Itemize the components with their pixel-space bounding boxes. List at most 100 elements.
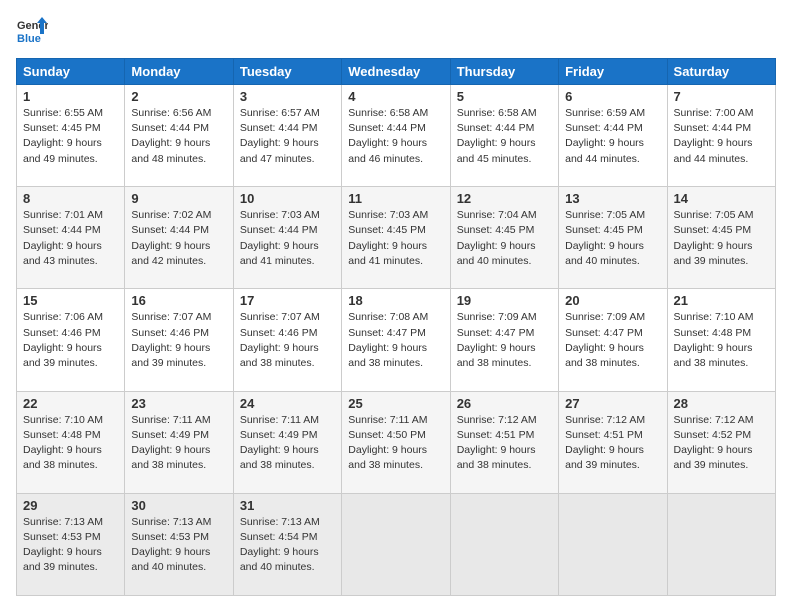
day-number: 2 bbox=[131, 89, 226, 104]
day-number: 17 bbox=[240, 293, 335, 308]
day-info: Sunrise: 7:10 AMSunset: 4:48 PMDaylight:… bbox=[674, 310, 769, 371]
calendar-cell: 28Sunrise: 7:12 AMSunset: 4:52 PMDayligh… bbox=[667, 391, 775, 493]
day-number: 20 bbox=[565, 293, 660, 308]
day-number: 6 bbox=[565, 89, 660, 104]
day-info: Sunrise: 6:57 AMSunset: 4:44 PMDaylight:… bbox=[240, 106, 335, 167]
calendar-cell: 3 Sunrise: 6:57 AMSunset: 4:44 PMDaylight… bbox=[233, 85, 341, 187]
day-number: 5 bbox=[457, 89, 552, 104]
calendar-body: 1Sunrise: 6:55 AMSunset: 4:45 PMDaylight… bbox=[17, 85, 776, 596]
day-number: 16 bbox=[131, 293, 226, 308]
week-row-1: 1Sunrise: 6:55 AMSunset: 4:45 PMDaylight… bbox=[17, 85, 776, 187]
calendar-cell: 13Sunrise: 7:05 AMSunset: 4:45 PMDayligh… bbox=[559, 187, 667, 289]
calendar-cell: 29 Sunrise: 7:13 AMSunset: 4:53 PMDayligh… bbox=[17, 493, 125, 595]
day-number: 24 bbox=[240, 396, 335, 411]
calendar-table: SundayMondayTuesdayWednesdayThursdayFrid… bbox=[16, 58, 776, 596]
day-info: Sunrise: 6:58 AMSunset: 4:44 PMDaylight:… bbox=[457, 106, 552, 167]
calendar-cell bbox=[342, 493, 450, 595]
day-info: Sunrise: 7:11 AMSunset: 4:49 PMDaylight:… bbox=[240, 413, 335, 474]
day-number: 13 bbox=[565, 191, 660, 206]
day-info: Sunrise: 7:00 AMSunset: 4:44 PMDaylight:… bbox=[674, 106, 769, 167]
day-number: 18 bbox=[348, 293, 443, 308]
day-number: 30 bbox=[131, 498, 226, 513]
calendar-cell: 24 Sunrise: 7:11 AMSunset: 4:49 PMDayligh… bbox=[233, 391, 341, 493]
calendar-cell: 8 Sunrise: 7:01 AMSunset: 4:44 PMDaylight… bbox=[17, 187, 125, 289]
day-number: 15 bbox=[23, 293, 118, 308]
day-info: Sunrise: 7:09 AMSunset: 4:47 PMDaylight:… bbox=[565, 310, 660, 371]
day-header-wednesday: Wednesday bbox=[342, 59, 450, 85]
week-row-2: 8 Sunrise: 7:01 AMSunset: 4:44 PMDaylight… bbox=[17, 187, 776, 289]
day-info: Sunrise: 7:12 AMSunset: 4:51 PMDaylight:… bbox=[457, 413, 552, 474]
day-number: 1 bbox=[23, 89, 118, 104]
calendar-cell: 11Sunrise: 7:03 AMSunset: 4:45 PMDayligh… bbox=[342, 187, 450, 289]
day-number: 3 bbox=[240, 89, 335, 104]
day-number: 26 bbox=[457, 396, 552, 411]
day-number: 31 bbox=[240, 498, 335, 513]
day-info: Sunrise: 7:02 AMSunset: 4:44 PMDaylight:… bbox=[131, 208, 226, 269]
day-number: 27 bbox=[565, 396, 660, 411]
calendar-cell: 30 Sunrise: 7:13 AMSunset: 4:53 PMDayligh… bbox=[125, 493, 233, 595]
day-info: Sunrise: 7:11 AMSunset: 4:49 PMDaylight:… bbox=[131, 413, 226, 474]
day-info: Sunrise: 7:13 AMSunset: 4:53 PMDaylight:… bbox=[23, 515, 118, 576]
calendar-cell: 25 Sunrise: 7:11 AMSunset: 4:50 PMDayligh… bbox=[342, 391, 450, 493]
day-number: 4 bbox=[348, 89, 443, 104]
calendar-cell bbox=[559, 493, 667, 595]
calendar-cell: 20 Sunrise: 7:09 AMSunset: 4:47 PMDayligh… bbox=[559, 289, 667, 391]
page: General Blue SundayMondayTuesdayWednesda… bbox=[0, 0, 792, 612]
day-info: Sunrise: 7:11 AMSunset: 4:50 PMDaylight:… bbox=[348, 413, 443, 474]
calendar-cell: 17 Sunrise: 7:07 AMSunset: 4:46 PMDayligh… bbox=[233, 289, 341, 391]
day-header-friday: Friday bbox=[559, 59, 667, 85]
day-number: 10 bbox=[240, 191, 335, 206]
day-info: Sunrise: 7:13 AMSunset: 4:53 PMDaylight:… bbox=[131, 515, 226, 576]
calendar-cell: 1Sunrise: 6:55 AMSunset: 4:45 PMDaylight… bbox=[17, 85, 125, 187]
day-number: 21 bbox=[674, 293, 769, 308]
day-number: 11 bbox=[348, 191, 443, 206]
calendar-cell: 27 Sunrise: 7:12 AMSunset: 4:51 PMDayligh… bbox=[559, 391, 667, 493]
day-info: Sunrise: 6:56 AMSunset: 4:44 PMDaylight:… bbox=[131, 106, 226, 167]
calendar-cell: 14Sunrise: 7:05 AMSunset: 4:45 PMDayligh… bbox=[667, 187, 775, 289]
calendar-cell: 15Sunrise: 7:06 AMSunset: 4:46 PMDayligh… bbox=[17, 289, 125, 391]
logo: General Blue bbox=[16, 16, 48, 48]
day-number: 8 bbox=[23, 191, 118, 206]
day-number: 23 bbox=[131, 396, 226, 411]
calendar-cell: 4 Sunrise: 6:58 AMSunset: 4:44 PMDaylight… bbox=[342, 85, 450, 187]
calendar-cell: 23 Sunrise: 7:11 AMSunset: 4:49 PMDayligh… bbox=[125, 391, 233, 493]
day-info: Sunrise: 6:58 AMSunset: 4:44 PMDaylight:… bbox=[348, 106, 443, 167]
calendar-cell: 19 Sunrise: 7:09 AMSunset: 4:47 PMDayligh… bbox=[450, 289, 558, 391]
day-number: 25 bbox=[348, 396, 443, 411]
calendar-cell: 22 Sunrise: 7:10 AMSunset: 4:48 PMDayligh… bbox=[17, 391, 125, 493]
calendar-cell: 7 Sunrise: 7:00 AMSunset: 4:44 PMDaylight… bbox=[667, 85, 775, 187]
day-info: Sunrise: 7:12 AMSunset: 4:51 PMDaylight:… bbox=[565, 413, 660, 474]
day-number: 7 bbox=[674, 89, 769, 104]
day-header-sunday: Sunday bbox=[17, 59, 125, 85]
day-number: 22 bbox=[23, 396, 118, 411]
logo-icon: General Blue bbox=[16, 16, 48, 48]
day-info: Sunrise: 7:08 AMSunset: 4:47 PMDaylight:… bbox=[348, 310, 443, 371]
day-number: 28 bbox=[674, 396, 769, 411]
day-info: Sunrise: 7:01 AMSunset: 4:44 PMDaylight:… bbox=[23, 208, 118, 269]
day-info: Sunrise: 7:04 AMSunset: 4:45 PMDaylight:… bbox=[457, 208, 552, 269]
calendar-cell: 26 Sunrise: 7:12 AMSunset: 4:51 PMDayligh… bbox=[450, 391, 558, 493]
day-info: Sunrise: 7:07 AMSunset: 4:46 PMDaylight:… bbox=[131, 310, 226, 371]
svg-text:Blue: Blue bbox=[17, 33, 41, 45]
calendar-cell: 18 Sunrise: 7:08 AMSunset: 4:47 PMDayligh… bbox=[342, 289, 450, 391]
calendar-cell: 12 Sunrise: 7:04 AMSunset: 4:45 PMDayligh… bbox=[450, 187, 558, 289]
day-info: Sunrise: 7:07 AMSunset: 4:46 PMDaylight:… bbox=[240, 310, 335, 371]
day-number: 12 bbox=[457, 191, 552, 206]
day-info: Sunrise: 7:03 AMSunset: 4:44 PMDaylight:… bbox=[240, 208, 335, 269]
day-info: Sunrise: 6:59 AMSunset: 4:44 PMDaylight:… bbox=[565, 106, 660, 167]
header: General Blue bbox=[16, 16, 776, 48]
calendar-cell: 31 Sunrise: 7:13 AMSunset: 4:54 PMDayligh… bbox=[233, 493, 341, 595]
day-info: Sunrise: 7:10 AMSunset: 4:48 PMDaylight:… bbox=[23, 413, 118, 474]
day-info: Sunrise: 7:09 AMSunset: 4:47 PMDaylight:… bbox=[457, 310, 552, 371]
day-header-saturday: Saturday bbox=[667, 59, 775, 85]
calendar-cell bbox=[667, 493, 775, 595]
calendar-header-row: SundayMondayTuesdayWednesdayThursdayFrid… bbox=[17, 59, 776, 85]
day-number: 29 bbox=[23, 498, 118, 513]
calendar-cell: 5 Sunrise: 6:58 AMSunset: 4:44 PMDaylight… bbox=[450, 85, 558, 187]
day-number: 9 bbox=[131, 191, 226, 206]
calendar-cell bbox=[450, 493, 558, 595]
calendar-cell: 6 Sunrise: 6:59 AMSunset: 4:44 PMDaylight… bbox=[559, 85, 667, 187]
day-info: Sunrise: 7:13 AMSunset: 4:54 PMDaylight:… bbox=[240, 515, 335, 576]
day-number: 19 bbox=[457, 293, 552, 308]
week-row-5: 29 Sunrise: 7:13 AMSunset: 4:53 PMDayligh… bbox=[17, 493, 776, 595]
